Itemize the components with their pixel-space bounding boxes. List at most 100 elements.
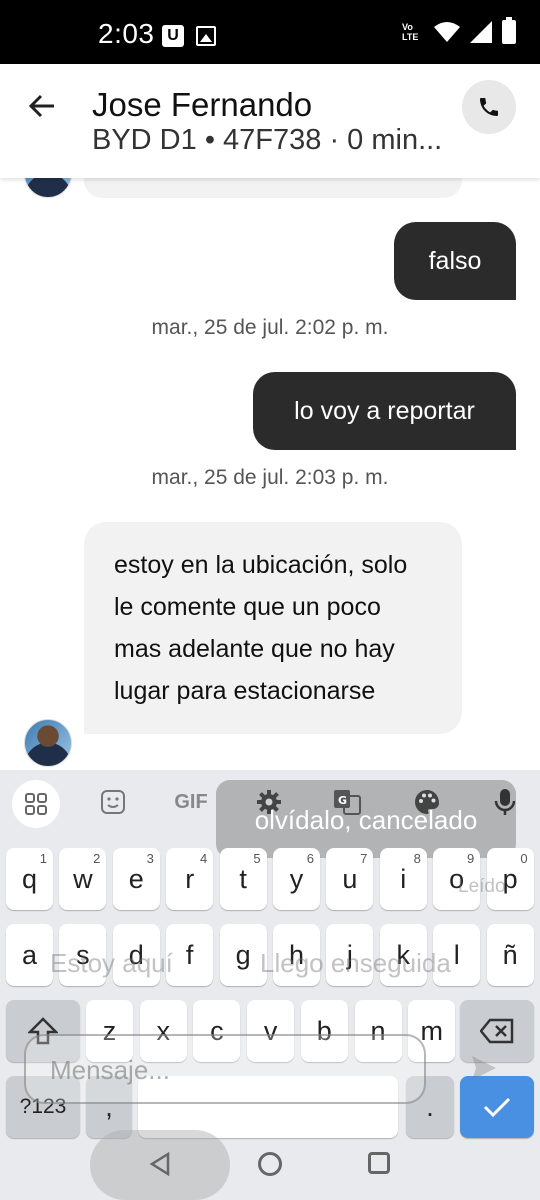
driver-avatar <box>24 719 72 767</box>
key-label: d <box>128 939 144 970</box>
key-hint: 7 <box>360 851 368 866</box>
backspace-icon <box>480 1018 514 1044</box>
period-key-label: . <box>426 1091 434 1122</box>
apps-grid-button[interactable] <box>12 780 60 828</box>
key-label: y <box>289 863 304 894</box>
key-p[interactable]: p0 <box>486 848 534 910</box>
message-text: lo voy a reportar <box>294 396 475 425</box>
key-label: w <box>73 863 93 894</box>
key-label: k <box>396 939 411 970</box>
key-label: h <box>288 939 305 970</box>
key-label: a <box>21 939 38 970</box>
key-y[interactable]: y6 <box>273 848 320 910</box>
message-timestamp: mar., 25 de jul. 2:03 p. m. <box>151 466 389 489</box>
key-hint: 5 <box>253 851 261 866</box>
key-label: m <box>420 1015 443 1046</box>
contact-name: Jose Fernando <box>92 86 313 123</box>
nav-back-icon[interactable] <box>148 1152 172 1176</box>
uber-notification-icon: U <box>162 25 184 47</box>
sticker-icon <box>101 790 125 814</box>
key-hint: 6 <box>306 851 314 866</box>
key-label: q <box>21 863 38 894</box>
status-icons: Vo LTE <box>402 17 516 44</box>
key-label: u <box>342 863 358 894</box>
key-label: r <box>185 863 195 894</box>
key-hint: 1 <box>39 851 47 866</box>
wifi-icon <box>434 22 460 42</box>
nav-home-icon[interactable] <box>258 1152 282 1176</box>
key-e[interactable]: e3 <box>112 848 160 910</box>
gif-button[interactable]: GIF <box>168 782 214 822</box>
key-h[interactable]: h <box>273 924 320 986</box>
key-j[interactable]: j <box>326 924 374 986</box>
backspace-key[interactable] <box>460 1000 534 1062</box>
key-w[interactable]: w2 <box>59 848 107 910</box>
translate-button[interactable]: G <box>324 782 370 822</box>
theme-button[interactable] <box>404 782 450 822</box>
gear-icon <box>257 790 281 814</box>
keyboard-toolbar: GIF olvídalo, cancelado G <box>0 770 540 858</box>
key-q[interactable]: q1 <box>6 848 53 910</box>
key-label: g <box>235 939 251 970</box>
incoming-message-bubble <box>84 178 462 198</box>
outgoing-message-bubble: falso <box>394 222 516 300</box>
key-hint: 2 <box>93 851 101 866</box>
key-t[interactable]: t5 <box>219 848 267 910</box>
status-time: 2:03 <box>98 18 155 49</box>
palette-icon <box>415 790 439 814</box>
message-text: estoy en la ubicación, solo le comente q… <box>114 551 408 705</box>
key-l[interactable]: l <box>433 924 481 986</box>
key-label: s <box>76 939 90 970</box>
key-label: ñ <box>502 939 518 970</box>
key-label: j <box>346 939 353 970</box>
volte-icon: Vo LTE <box>402 22 419 42</box>
voice-input-button[interactable] <box>482 782 528 822</box>
message-input-box[interactable] <box>24 1034 426 1104</box>
nav-recents-icon[interactable] <box>368 1152 390 1174</box>
vehicle-info: BYD D1 • 47F738 · 0 min... <box>92 124 443 156</box>
key-label: f <box>185 939 194 970</box>
key-o[interactable]: o9 <box>433 848 481 910</box>
key-k[interactable]: k <box>379 924 427 986</box>
checkmark-icon <box>483 1097 511 1118</box>
key-hint: 3 <box>146 851 154 866</box>
key-f[interactable]: f <box>166 924 214 986</box>
message-input[interactable] <box>50 1052 410 1088</box>
phone-icon <box>480 98 498 116</box>
back-button[interactable] <box>22 86 62 126</box>
key-ñ[interactable]: ñ <box>486 924 534 986</box>
svg-text:G: G <box>338 794 347 807</box>
arrow-back-icon <box>28 94 54 118</box>
translate-icon: G <box>334 790 361 815</box>
call-button[interactable] <box>462 80 516 134</box>
signal-icon <box>470 21 492 43</box>
key-label: o <box>449 863 465 894</box>
image-notification-icon <box>196 26 216 46</box>
key-i[interactable]: i8 <box>379 848 427 910</box>
message-timestamp: mar., 25 de jul. 2:02 p. m. <box>151 316 389 339</box>
settings-button[interactable] <box>246 782 292 822</box>
key-hint: 8 <box>413 851 421 866</box>
key-u[interactable]: u7 <box>326 848 374 910</box>
key-a[interactable]: a <box>6 924 53 986</box>
key-hint: 9 <box>466 851 475 866</box>
driver-avatar <box>24 178 72 198</box>
grid-icon <box>25 793 47 815</box>
key-r[interactable]: r4 <box>166 848 214 910</box>
key-label: p <box>502 863 518 894</box>
key-label: i <box>400 863 407 894</box>
outgoing-message-bubble: lo voy a reportar <box>253 372 516 450</box>
key-label: e <box>128 863 144 894</box>
status-bar: 2:03 U Vo LTE <box>0 0 540 64</box>
key-s[interactable]: s <box>59 924 107 986</box>
key-label: t <box>239 863 247 894</box>
chat-area[interactable]: falso mar., 25 de jul. 2:02 p. m. lo voy… <box>0 178 540 770</box>
key-d[interactable]: d <box>112 924 160 986</box>
sticker-button[interactable] <box>90 782 136 822</box>
key-hint: 0 <box>520 851 528 866</box>
microphone-icon <box>494 789 516 815</box>
gif-label: GIF <box>174 790 208 813</box>
battery-icon <box>502 17 516 44</box>
key-g[interactable]: g <box>219 924 267 986</box>
navigation-bar <box>0 1126 540 1200</box>
